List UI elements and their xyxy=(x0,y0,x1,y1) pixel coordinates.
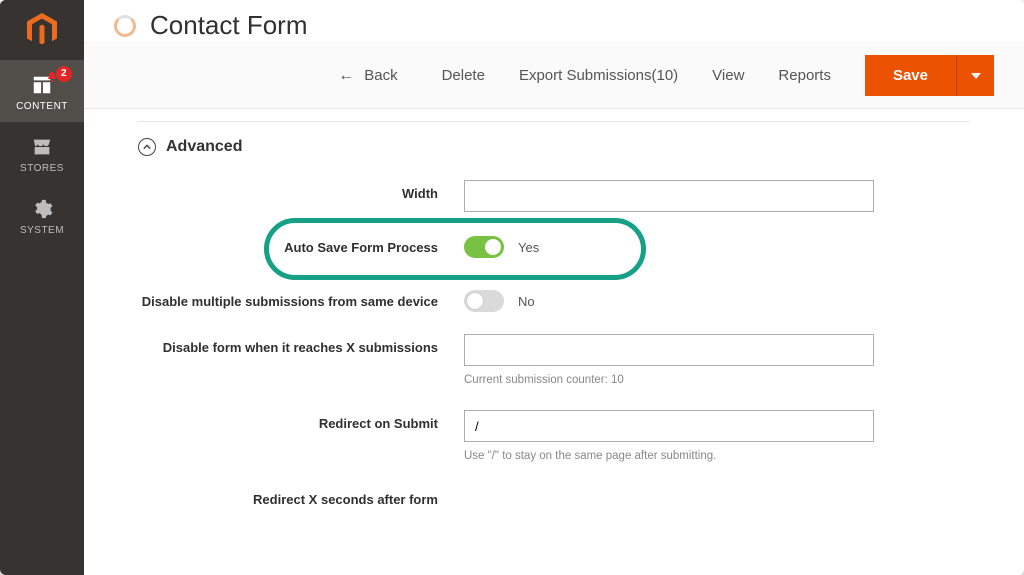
back-label: Back xyxy=(364,67,397,84)
page-title: Contact Form xyxy=(150,10,308,41)
disable-x-input[interactable] xyxy=(464,334,874,366)
view-button[interactable]: View xyxy=(712,67,744,84)
notification-badge: 2 xyxy=(56,66,72,82)
redirect-help: Use "/" to stay on the same page after s… xyxy=(464,448,874,464)
disable-x-label: Disable form when it reaches X submissio… xyxy=(134,334,464,355)
field-redirect-delay: Redirect X seconds after form xyxy=(134,486,954,507)
main-area: Contact Form ← Back Delete Export Submis… xyxy=(84,0,1024,575)
magento-logo-icon xyxy=(27,13,57,47)
content-icon xyxy=(0,74,84,96)
gear-icon xyxy=(0,198,84,220)
save-button-group: Save xyxy=(865,55,994,96)
export-submissions-button[interactable]: Export Submissions(10) xyxy=(519,67,678,84)
disable-multiple-label: Disable multiple submissions from same d… xyxy=(134,288,464,309)
auto-save-label: Auto Save Form Process xyxy=(134,234,464,255)
redirect-label: Redirect on Submit xyxy=(134,410,464,431)
disable-x-help: Current submission counter: 10 xyxy=(464,372,874,388)
section-toggle-advanced[interactable]: Advanced xyxy=(138,138,994,156)
width-input[interactable] xyxy=(464,180,874,212)
sidebar-label: SYSTEM xyxy=(0,225,84,236)
disable-multiple-value: No xyxy=(518,294,535,309)
arrow-left-icon: ← xyxy=(338,67,354,85)
field-redirect: Redirect on Submit Use "/" to stay on th… xyxy=(134,410,954,464)
save-dropdown-button[interactable] xyxy=(956,55,994,96)
field-disable-multiple: Disable multiple submissions from same d… xyxy=(134,288,954,312)
section-title: Advanced xyxy=(166,138,242,156)
auto-save-value: Yes xyxy=(518,240,539,255)
sidebar-label: CONTENT xyxy=(0,101,84,112)
stores-icon xyxy=(0,136,84,158)
loading-spinner-icon xyxy=(114,15,136,37)
field-width: Width xyxy=(134,180,954,212)
field-disable-x: Disable form when it reaches X submissio… xyxy=(134,334,954,388)
auto-save-toggle[interactable] xyxy=(464,236,504,258)
magento-logo[interactable] xyxy=(0,0,84,60)
admin-sidebar: 2 CONTENT STORES SYSTEM xyxy=(0,0,84,575)
redirect-input[interactable] xyxy=(464,410,874,442)
chevron-up-icon xyxy=(138,138,156,156)
sidebar-item-system[interactable]: SYSTEM xyxy=(0,184,84,246)
field-auto-save: Auto Save Form Process Yes xyxy=(134,234,954,258)
caret-down-icon xyxy=(971,71,981,81)
sidebar-item-content[interactable]: 2 CONTENT xyxy=(0,60,84,122)
back-button[interactable]: ← Back xyxy=(338,67,397,85)
width-label: Width xyxy=(134,180,464,201)
redirect-delay-label: Redirect X seconds after form xyxy=(134,486,464,507)
page-toolbar: ← Back Delete Export Submissions(10) Vie… xyxy=(84,41,1024,109)
delete-button[interactable]: Delete xyxy=(442,67,485,84)
disable-multiple-toggle[interactable] xyxy=(464,290,504,312)
sidebar-label: STORES xyxy=(0,163,84,174)
save-button[interactable]: Save xyxy=(865,55,956,96)
reports-button[interactable]: Reports xyxy=(778,67,831,84)
sidebar-item-stores[interactable]: STORES xyxy=(0,122,84,184)
